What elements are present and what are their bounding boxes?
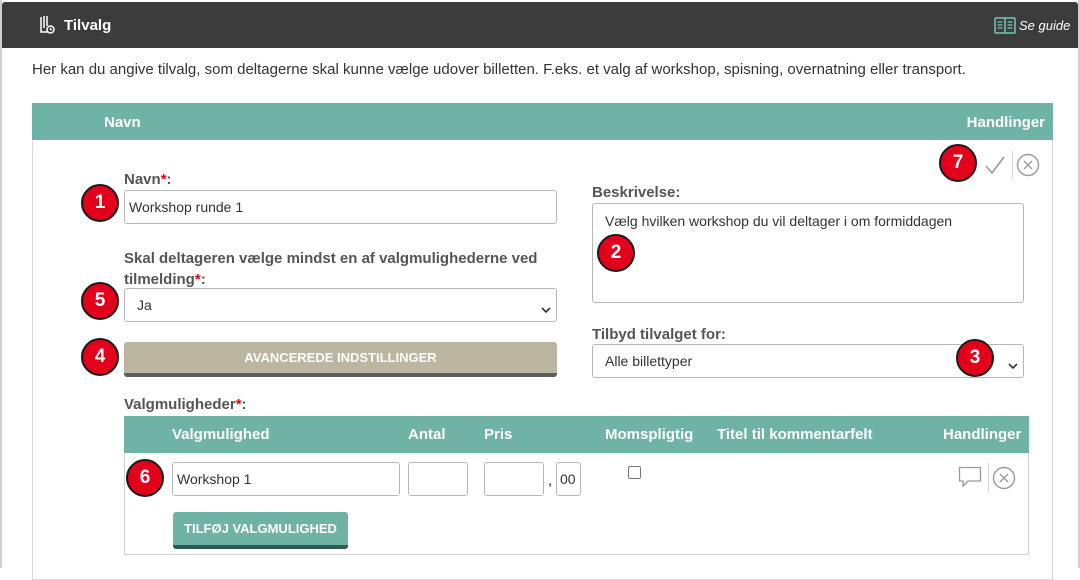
comment-icon[interactable]	[958, 466, 982, 493]
required-choice-select[interactable]: Ja	[124, 288, 557, 322]
action-divider	[1012, 151, 1013, 179]
annotation-badge-6: 6	[126, 459, 164, 497]
row-action-divider	[988, 463, 989, 493]
price-separator: ,	[548, 472, 553, 489]
cancel-icon[interactable]	[1016, 153, 1040, 182]
annotation-badge-4: 4	[81, 338, 119, 376]
offer-for-value: Alle billettyper	[605, 353, 693, 369]
chevron-down-icon	[541, 301, 551, 317]
column-header-actions: Handlinger	[943, 426, 1022, 443]
guide-link[interactable]: Se guide	[1019, 18, 1070, 33]
page-title: Tilvalg	[64, 17, 112, 34]
add-option-button[interactable]: TILFØJ VALGMULIGHED	[173, 512, 348, 549]
annotation-badge-5: 5	[81, 282, 119, 320]
options-label: Valgmuligheder*:	[124, 396, 247, 413]
column-header-name: Navn	[104, 114, 141, 131]
annotation-badge-3: 3	[956, 339, 994, 377]
column-header-comment-title: Titel til kommentarfelt	[717, 426, 873, 443]
annotation-badge-1: 1	[81, 184, 119, 222]
confirm-icon[interactable]	[984, 154, 1006, 181]
description-textarea[interactable]: Vælg hvilken workshop du vil deltager i …	[592, 203, 1024, 303]
offer-for-label: Tilbyd tilvalget for:	[592, 326, 726, 343]
gift-tag-icon	[38, 15, 56, 40]
description-label: Beskrivelse:	[592, 184, 681, 201]
option-price-decimals-input[interactable]: 00	[556, 462, 581, 496]
column-header-price: Pris	[484, 426, 513, 443]
annotation-badge-2: 2	[597, 234, 635, 272]
option-quantity-input[interactable]	[408, 462, 468, 496]
column-header-vat: Momspligtig	[605, 426, 694, 443]
option-name-input[interactable]: Workshop 1	[172, 462, 400, 496]
vat-checkbox[interactable]	[628, 466, 641, 479]
annotation-badge-7: 7	[939, 144, 977, 182]
table-header: Navn Handlinger	[32, 103, 1053, 140]
option-price-input[interactable]	[484, 462, 544, 496]
required-choice-label: Skal deltageren vælge mindst en af valgm…	[124, 250, 538, 288]
name-input[interactable]: Workshop runde 1	[124, 190, 557, 224]
column-header-quantity: Antal	[408, 426, 446, 443]
book-icon[interactable]	[994, 17, 1016, 39]
name-label: Navn*:	[124, 171, 172, 188]
required-choice-value: Ja	[137, 297, 152, 313]
top-bar: Tilvalg Se guide	[2, 2, 1078, 48]
chevron-down-icon	[1008, 357, 1018, 373]
advanced-settings-button[interactable]: AVANCEREDE INDSTILLINGER	[124, 342, 557, 377]
remove-option-icon[interactable]	[992, 466, 1016, 495]
options-table-header: Valgmulighed Antal Pris Momspligtig Tite…	[124, 416, 1029, 453]
column-header-option: Valgmulighed	[172, 426, 270, 443]
intro-text: Her kan du angive tilvalg, som deltagern…	[32, 61, 966, 78]
column-header-actions: Handlinger	[966, 114, 1045, 131]
